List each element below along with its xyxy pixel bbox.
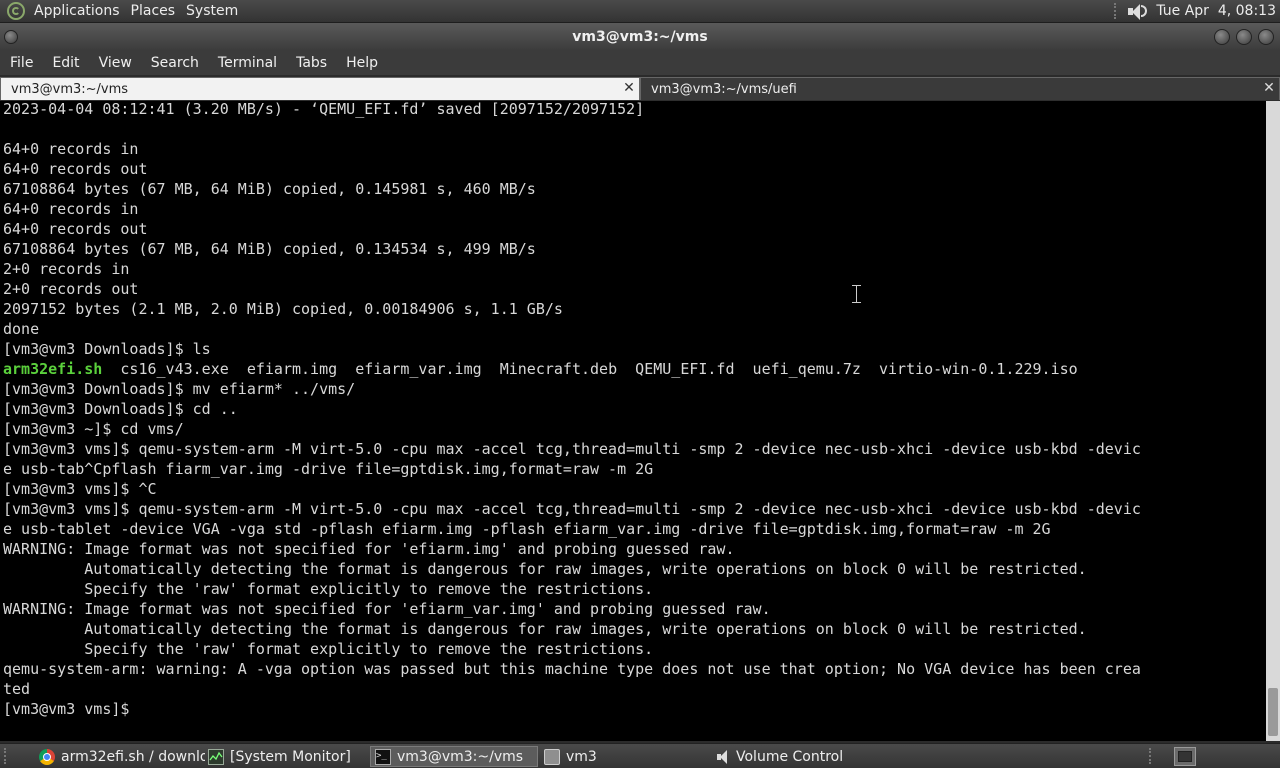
close-tab-icon[interactable]: ✕ [622, 81, 636, 95]
terminal-line: [vm3@vm3 Downloads]$ cd .. [3, 400, 238, 418]
terminal-line: Automatically detecting the format is da… [3, 560, 1087, 578]
terminal-line: e usb-tablet -device VGA -vga std -pflas… [3, 520, 1051, 538]
system-monitor-icon [208, 748, 224, 765]
task-system-monitor[interactable]: [System Monitor] [204, 746, 368, 767]
terminal-scrollbar[interactable] [1266, 101, 1280, 741]
taskbar-grip [4, 748, 10, 764]
terminal-line: 64+0 records out [3, 160, 148, 178]
menu-view[interactable]: View [89, 55, 141, 71]
volume-icon [714, 749, 730, 765]
terminal-line: 2+0 records out [3, 280, 139, 298]
tab-label: vm3@vm3:~/vms [11, 81, 129, 97]
taskbar: arm32efi.sh / downlo... [System Monitor]… [0, 743, 1280, 768]
close-button[interactable] [1258, 29, 1274, 45]
terminal-line: [vm3@vm3 vms]$ qemu-system-arm -M virt-5… [3, 500, 1141, 518]
places-menu[interactable]: Places [128, 3, 184, 19]
clock[interactable]: Tue Apr 4, 08:13 [1156, 3, 1276, 19]
menu-file[interactable]: File [0, 55, 42, 71]
top-panel: Applications Places System Tue Apr 4, 08… [0, 0, 1280, 23]
terminal-line: done [3, 320, 40, 338]
terminal-line: [vm3@vm3 Downloads]$ mv efiarm* ../vms/ [3, 380, 356, 398]
menu-terminal[interactable]: Terminal [208, 55, 286, 71]
terminal-line: [vm3@vm3 Downloads]$ ls [3, 340, 211, 358]
applications-menu[interactable]: Applications [31, 3, 128, 19]
terminal-line: 67108864 bytes (67 MB, 64 MiB) copied, 0… [3, 180, 536, 198]
terminal-line: qemu-system-arm: warning: A -vga option … [3, 660, 1141, 678]
terminal-line: Automatically detecting the format is da… [3, 620, 1087, 638]
window-title: vm3@vm3:~/vms [572, 28, 708, 45]
desktop: Applications Places System Tue Apr 4, 08… [0, 0, 1280, 768]
scrollbar-thumb[interactable] [1268, 688, 1278, 736]
task-volume-control[interactable]: Volume Control [710, 746, 878, 767]
task-terminal[interactable]: >_ vm3@vm3:~/vms [370, 746, 538, 767]
show-desktop-button[interactable] [1174, 747, 1196, 766]
tab-label: vm3@vm3:~/vms/uefi [651, 81, 797, 97]
task-chrome[interactable]: arm32efi.sh / downlo... [35, 746, 205, 767]
system-menu[interactable]: System [183, 3, 246, 19]
task-label: vm3@vm3:~/vms [397, 748, 524, 765]
terminal-line: Specify the 'raw' format explicitly to r… [3, 640, 654, 658]
close-tab-icon[interactable]: ✕ [1262, 81, 1276, 95]
terminal-line: 2097152 bytes (2.1 MB, 2.0 MiB) copied, … [3, 300, 563, 318]
speaker-icon[interactable] [1126, 2, 1148, 20]
task-label: vm3 [566, 748, 597, 765]
terminal-line: e usb-tab^Cpflash fiarm_var.img -drive f… [3, 460, 654, 478]
menu-help[interactable]: Help [336, 55, 387, 71]
terminal-icon: >_ [375, 748, 391, 765]
terminal-line: [vm3@vm3 vms]$ qemu-system-arm -M virt-5… [3, 440, 1141, 458]
terminal-line: WARNING: Image format was not specified … [3, 600, 771, 618]
tray-grip [1149, 748, 1155, 764]
distro-logo-icon[interactable] [7, 2, 25, 20]
menu-search[interactable]: Search [141, 55, 208, 71]
terminal-line: 2023-04-04 08:12:41 (3.20 MB/s) - ‘QEMU_… [3, 101, 645, 118]
terminal-line: [vm3@vm3 vms]$ [3, 700, 139, 718]
terminal-line: Specify the 'raw' format explicitly to r… [3, 580, 654, 598]
terminal-line: ted [3, 680, 31, 698]
terminal-line: WARNING: Image format was not specified … [3, 540, 735, 558]
tab-vms[interactable]: vm3@vm3:~/vms ✕ [0, 77, 640, 100]
menubar: File Edit View Search Terminal Tabs Help [0, 50, 1280, 75]
window-menu-button[interactable] [4, 30, 18, 44]
minimize-button[interactable] [1214, 29, 1230, 45]
terminal-line: 2+0 records in [3, 260, 130, 278]
menu-edit[interactable]: Edit [42, 55, 88, 71]
task-label: arm32efi.sh / downlo... [61, 748, 205, 765]
terminal-line: arm32efi.sh cs16_v43.exe efiarm.img efia… [3, 359, 1078, 379]
task-label: Volume Control [736, 748, 844, 765]
text-cursor-icon [851, 285, 862, 303]
terminal-line: 67108864 bytes (67 MB, 64 MiB) copied, 0… [3, 240, 536, 258]
task-file-manager[interactable]: vm3 [540, 746, 708, 767]
chrome-icon [39, 748, 55, 765]
terminal-line: 64+0 records out [3, 220, 148, 238]
terminal-line: [vm3@vm3 vms]$ ^C [3, 480, 157, 498]
panel-grip [1114, 3, 1120, 19]
menu-tabs[interactable]: Tabs [286, 55, 336, 71]
folder-icon [544, 748, 560, 765]
tab-bar: vm3@vm3:~/vms ✕ vm3@vm3:~/vms/uefi ✕ [0, 77, 1280, 101]
terminal-line: 64+0 records in [3, 200, 139, 218]
terminal-output[interactable]: 2023-04-04 08:12:41 (3.20 MB/s) - ‘QEMU_… [0, 101, 1266, 741]
tab-vms-uefi[interactable]: vm3@vm3:~/vms/uefi ✕ [640, 77, 1280, 100]
executable-file: arm32efi.sh [3, 360, 103, 378]
window-titlebar[interactable]: vm3@vm3:~/vms [0, 23, 1280, 50]
terminal-line: [vm3@vm3 ~]$ cd vms/ [3, 420, 184, 438]
task-label: [System Monitor] [230, 748, 351, 765]
file-list: cs16_v43.exe efiarm.img efiarm_var.img M… [102, 360, 1078, 378]
maximize-button[interactable] [1236, 29, 1252, 45]
terminal-line: 64+0 records in [3, 140, 139, 158]
